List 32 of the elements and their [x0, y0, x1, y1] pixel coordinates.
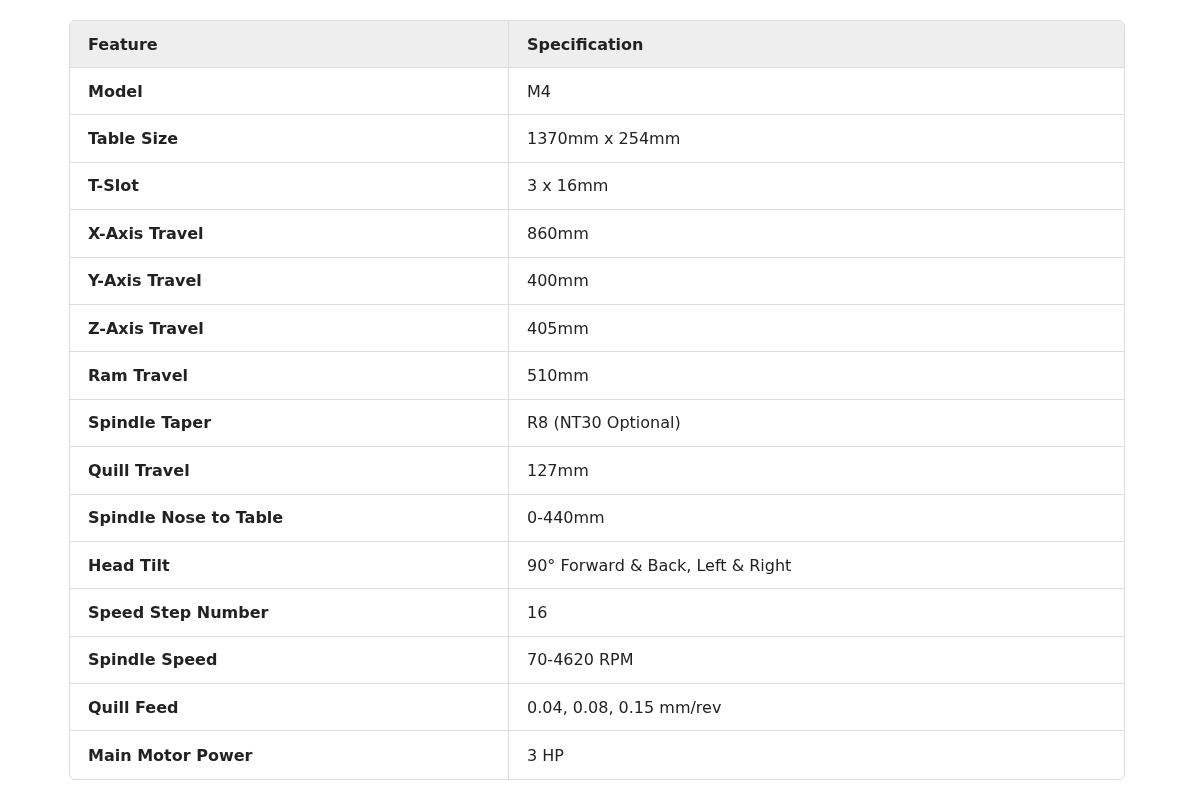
table-cell: 0.04, 0.08, 0.15 mm/rev — [509, 684, 1124, 732]
table-cell: Spindle Speed — [70, 636, 509, 685]
table-cell: Spindle Nose to Table — [70, 494, 509, 542]
table-cell: 1370mm x 254mm — [509, 115, 1124, 163]
table-cell: Speed Step Number — [70, 589, 509, 637]
table-cell: X-Axis Travel — [70, 210, 509, 258]
table-cell: Model — [70, 68, 509, 116]
table-cell: 16 — [509, 589, 1124, 637]
table-cell: Quill Feed — [70, 684, 509, 732]
column-header: Feature — [70, 21, 509, 68]
table-cell: Z-Axis Travel — [70, 304, 509, 353]
table-cell: 70-4620 RPM — [509, 636, 1124, 685]
table-cell: 127mm — [509, 447, 1124, 495]
table-cell-text: 3 HP — [526, 744, 565, 767]
table-cell: 400mm — [509, 257, 1124, 305]
table-cell: 405mm — [509, 304, 1124, 353]
table-cell: Spindle Taper — [70, 399, 509, 448]
table-cell: 860mm — [509, 210, 1124, 258]
table-cell: Quill Travel — [70, 447, 509, 495]
table-cell: 0-440mm — [509, 494, 1124, 542]
table-cell: Ram Travel — [70, 352, 509, 400]
table-cell: 510mm — [509, 352, 1124, 400]
table-cell: Head Tilt — [70, 541, 509, 590]
column-header: Specification — [509, 21, 1124, 68]
table-cell: T-Slot — [70, 162, 509, 211]
table-cell: R8 (NT30 Optional) — [509, 399, 1124, 448]
table-cell: 3 x 16mm — [509, 162, 1124, 211]
table-cell: Y-Axis Travel — [70, 257, 509, 305]
table-cell: Main Motor Power — [70, 731, 509, 779]
table-cell: M4 — [509, 68, 1124, 116]
table-cell: Table Size — [70, 115, 509, 163]
table-cell: 90° Forward & Back, Left & Right — [509, 541, 1124, 590]
